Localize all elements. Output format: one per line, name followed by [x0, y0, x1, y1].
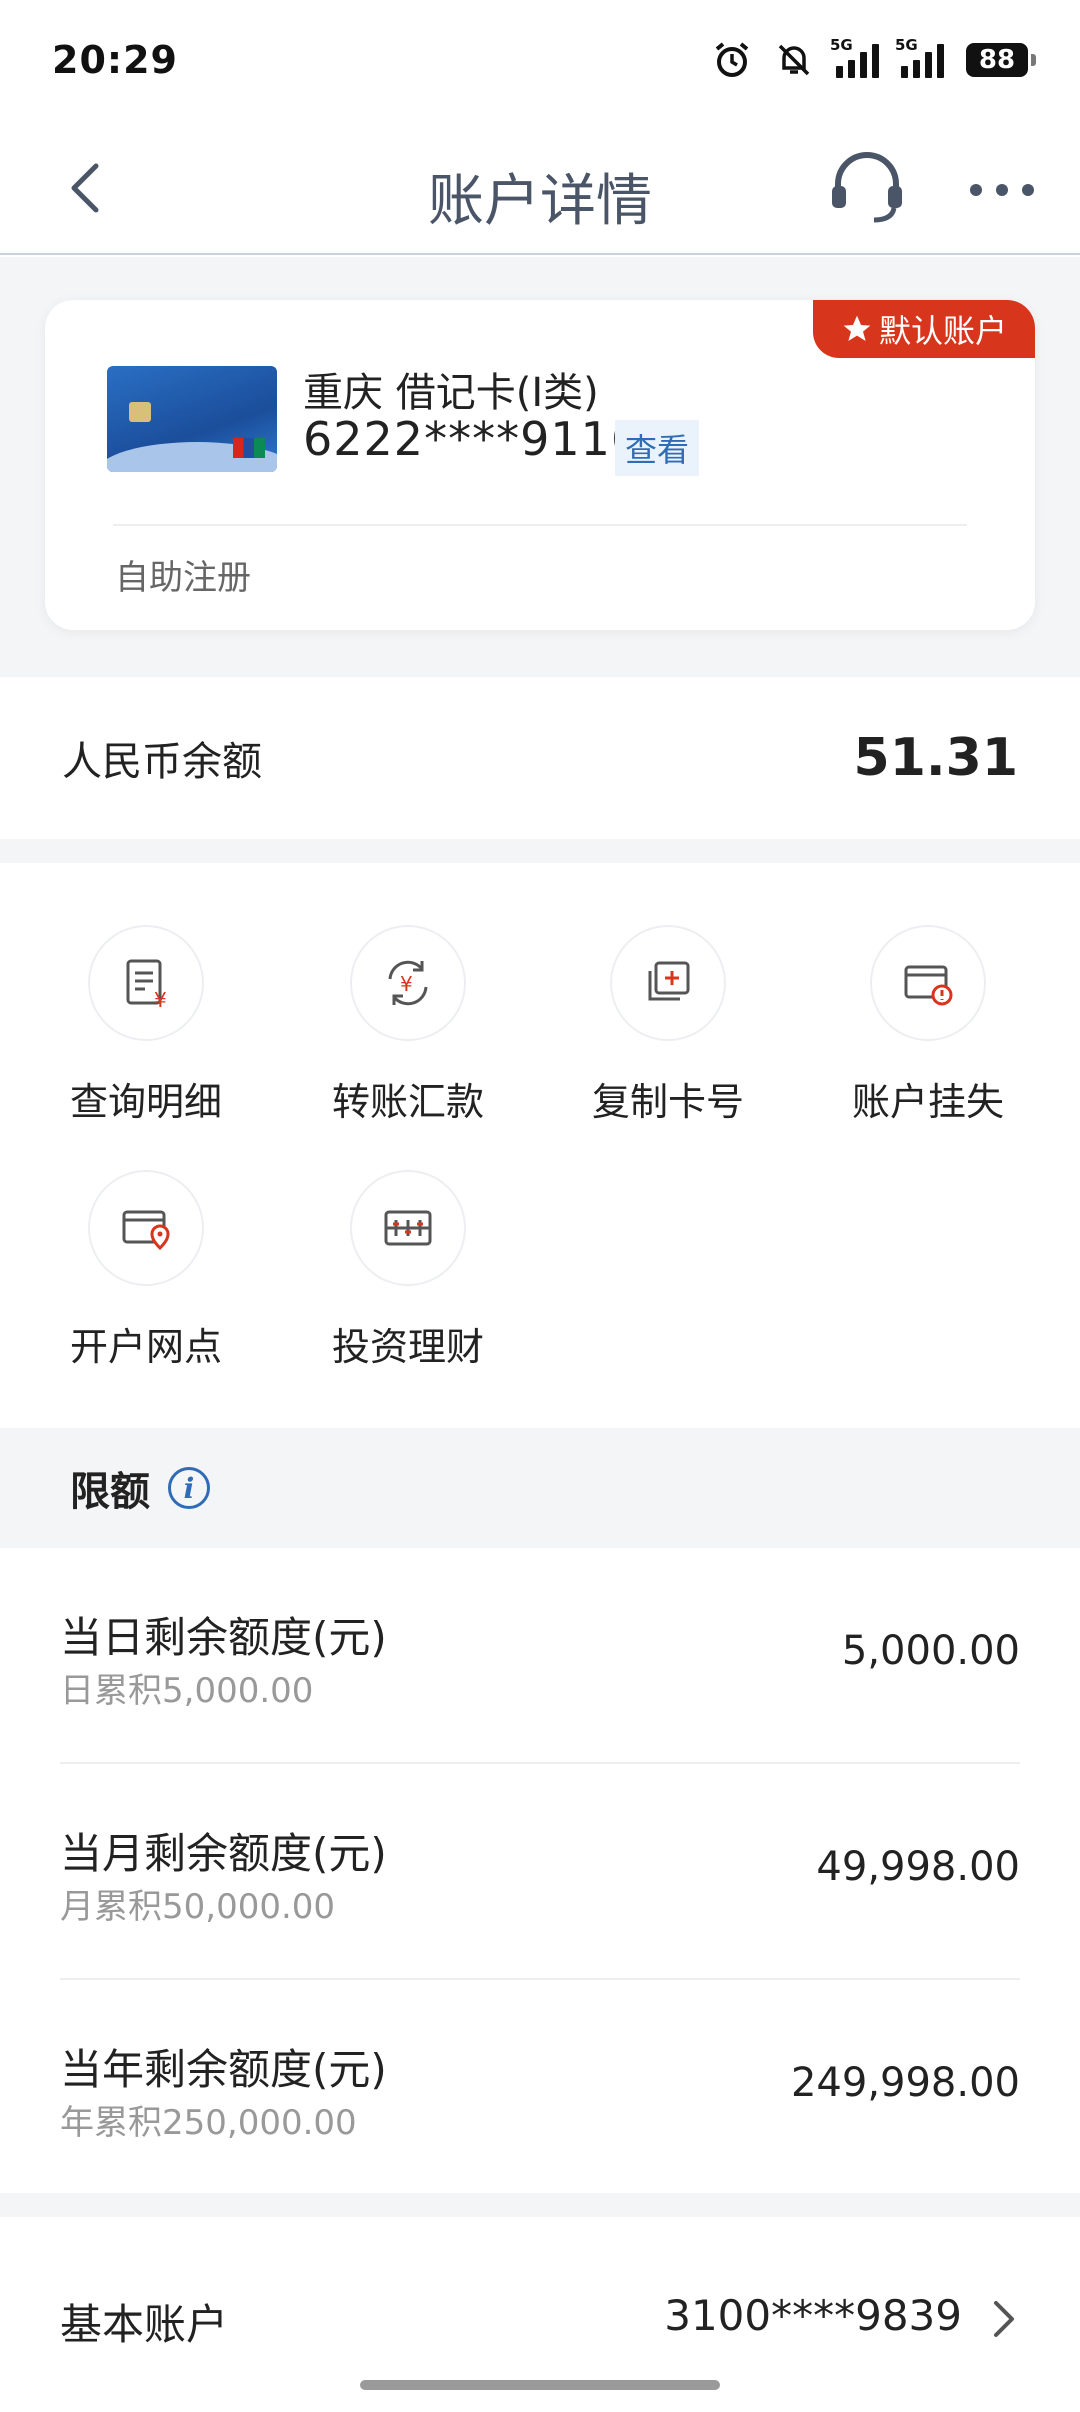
function-label: 复制卡号 [591, 1080, 744, 1124]
limit-value: 49,998.00 [816, 1844, 1020, 1890]
copy-card-icon [610, 925, 726, 1041]
limit-name: 当年剩余额度(元) [60, 2045, 387, 2094]
status-icons: 5G 5G 88 [712, 36, 1036, 80]
limit-value: 249,998.00 [790, 2060, 1020, 2106]
limit-value: 5,000.00 [841, 1628, 1020, 1674]
signal-icon: 5G [895, 36, 944, 78]
network-type-label: 5G [830, 36, 853, 54]
mute-bell-icon [778, 44, 810, 76]
basic-account-number: 3100****9839 [664, 2291, 962, 2340]
section-gap [0, 839, 1080, 863]
limit-row-monthly: 当月剩余额度(元) 月累积50,000.00 49,998.00 [60, 1764, 1020, 1980]
status-time: 20:29 [52, 38, 178, 82]
nav-bar: 账户详情 [0, 120, 1080, 255]
limit-accumulated: 日累积5,000.00 [60, 1671, 314, 1711]
function-branch[interactable]: 开户网点 [16, 1108, 276, 1369]
limit-row-daily: 当日剩余额度(元) 日累积5,000.00 5,000.00 [60, 1548, 1020, 1764]
unionpay-logo [233, 438, 265, 458]
headset-service-icon[interactable] [824, 144, 910, 230]
view-card-number-button[interactable]: 查看 [615, 420, 700, 476]
card-number: 6222****9116 [303, 412, 642, 466]
home-indicator[interactable] [360, 2380, 720, 2390]
svg-text:¥: ¥ [154, 988, 167, 1012]
function-copy-card[interactable]: 复制卡号 [538, 863, 798, 1124]
info-icon[interactable]: i [168, 1467, 210, 1509]
divider [113, 524, 967, 526]
account-card[interactable]: 默认账户 重庆 借记卡(I类) 6222****9116 查看 自助注册 [45, 300, 1035, 630]
card-name: 重庆 借记卡(I类) [303, 370, 599, 416]
chevron-right-icon [994, 2301, 1014, 2337]
svg-text:¥: ¥ [400, 972, 413, 996]
report-loss-icon [870, 925, 986, 1041]
function-label: 账户挂失 [851, 1080, 1004, 1124]
status-bar: 20:29 5G 5G 88 [0, 0, 1080, 120]
function-label: 投资理财 [331, 1325, 484, 1369]
balance-label: 人民币余额 [62, 739, 262, 785]
bank-card-image [107, 366, 277, 472]
investment-icon [350, 1170, 466, 1286]
limits-title: 限额 [70, 1469, 150, 1515]
function-label: 开户网点 [69, 1325, 222, 1369]
limit-accumulated: 月累积50,000.00 [60, 1887, 336, 1927]
limits-header: 限额 i [0, 1428, 1080, 1548]
star-icon [843, 315, 871, 341]
function-grid: ¥ 查询明细 ¥ 转账汇款 复制卡号 账户挂失 开户网点 投资理财 [0, 863, 1080, 1428]
function-report-loss[interactable]: 账户挂失 [798, 863, 1058, 1124]
statement-icon: ¥ [88, 925, 204, 1041]
limit-accumulated: 年累积250,000.00 [60, 2103, 357, 2143]
limit-name: 当日剩余额度(元) [60, 1613, 387, 1662]
section-gap [0, 2193, 1080, 2217]
balance-row: 人民币余额 51.31 [0, 677, 1080, 839]
default-account-badge: 默认账户 [813, 300, 1035, 358]
limit-name: 当月剩余额度(元) [60, 1829, 387, 1878]
network-type-label: 5G [895, 36, 918, 54]
function-transfer[interactable]: ¥ 转账汇款 [278, 863, 538, 1124]
card-footer-label: 自助注册 [115, 558, 251, 598]
signal-icon: 5G [830, 36, 879, 78]
function-investment[interactable]: 投资理财 [278, 1108, 538, 1369]
battery-icon: 88 [966, 43, 1036, 77]
page-title: 账户详情 [428, 169, 652, 234]
balance-value: 51.31 [853, 728, 1018, 788]
basic-account-label: 基本账户 [60, 2300, 229, 2349]
limit-row-yearly: 当年剩余额度(元) 年累积250,000.00 249,998.00 [60, 1980, 1020, 2196]
default-account-label: 默认账户 [878, 312, 1007, 350]
branch-location-icon [88, 1170, 204, 1286]
transfer-icon: ¥ [350, 925, 466, 1041]
alarm-icon [715, 42, 749, 77]
function-statement[interactable]: ¥ 查询明细 [16, 863, 276, 1124]
card-chip [129, 402, 151, 422]
limits-list: 当日剩余额度(元) 日累积5,000.00 5,000.00 当月剩余额度(元)… [0, 1548, 1080, 2193]
card-area: 默认账户 重庆 借记卡(I类) 6222****9116 查看 自助注册 [0, 257, 1080, 677]
more-dots-icon[interactable] [962, 150, 1042, 230]
